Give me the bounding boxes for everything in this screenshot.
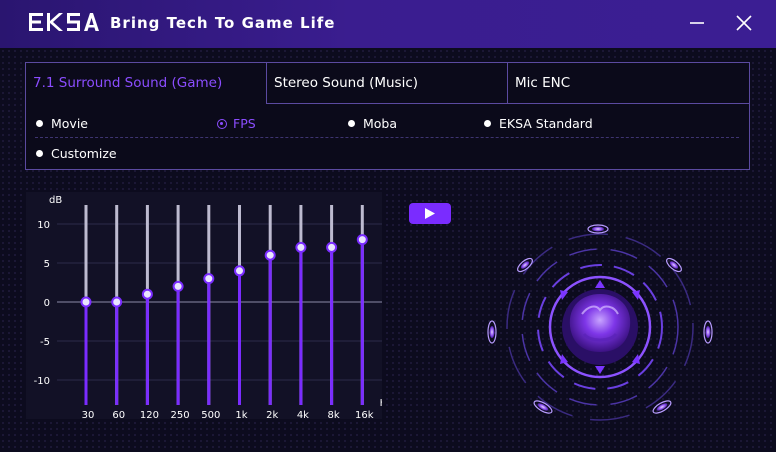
eq-slider-fill xyxy=(330,247,334,405)
eq-slider-fill xyxy=(145,294,149,405)
eq-band-label: 30 xyxy=(82,410,95,419)
radio-selected-icon xyxy=(217,119,227,129)
eq-slider-handle[interactable] xyxy=(80,296,92,308)
sound-mode-panel: 7.1 Surround Sound (Game) Stereo Sound (… xyxy=(25,62,750,170)
minimize-button[interactable] xyxy=(686,12,708,34)
divider xyxy=(35,137,739,138)
eq-band-label: 4k xyxy=(297,410,309,419)
equalizer-panel: dB Hz 10 5 0 -5 -10 30 60 120 250 500 1k 2k 4k 8k 16k xyxy=(26,192,382,419)
close-button[interactable] xyxy=(733,12,755,34)
eq-slider-handle[interactable] xyxy=(295,241,307,253)
eq-slider-handle[interactable] xyxy=(172,280,184,292)
eq-band-label: 250 xyxy=(171,410,190,419)
title-bar: Bring Tech To Game Life xyxy=(0,0,776,48)
play-button[interactable] xyxy=(409,203,451,224)
eksa-logo xyxy=(29,13,99,31)
eq-slider-fill xyxy=(238,270,241,405)
speaker-side-left-icon xyxy=(487,320,497,344)
eq-slider-handle[interactable] xyxy=(356,234,368,246)
eq-band-label: 60 xyxy=(112,410,125,419)
eq-slider-handle[interactable] xyxy=(111,296,123,308)
surround-sound-visualizer xyxy=(487,224,713,421)
preset-label: FPS xyxy=(233,116,256,131)
radio-icon xyxy=(36,150,43,157)
eq-slider-fill xyxy=(207,278,211,405)
y-tick-label: -10 xyxy=(34,376,50,387)
radio-icon xyxy=(348,120,355,127)
preset-eksa-standard[interactable]: EKSA Standard xyxy=(484,116,593,131)
preset-label: EKSA Standard xyxy=(499,116,593,131)
eq-slider-fill xyxy=(360,239,364,405)
eq-band-label: 2k xyxy=(266,410,278,419)
tab-mic-enc[interactable]: Mic ENC xyxy=(508,63,749,104)
play-icon xyxy=(425,208,435,219)
y-tick-label: 5 xyxy=(44,259,50,270)
eq-slider-fill xyxy=(115,302,119,405)
speaker-front-center-icon xyxy=(587,224,609,234)
eq-slider-handle[interactable] xyxy=(234,265,245,277)
preset-customize[interactable]: Customize xyxy=(36,146,117,161)
y-tick-label: -5 xyxy=(40,337,50,348)
equalizer-chart: dB Hz 10 5 0 -5 -10 30 60 120 250 500 1k 2k 4k 8k 16k xyxy=(34,195,382,419)
tab-stereo-music[interactable]: Stereo Sound (Music) xyxy=(267,63,508,104)
minimize-icon xyxy=(690,22,704,24)
preset-movie[interactable]: Movie xyxy=(36,116,88,131)
eq-band-label: 1k xyxy=(235,410,247,419)
eq-band-label: 120 xyxy=(140,410,159,419)
eq-band-label: 16k xyxy=(355,410,374,419)
radio-icon xyxy=(36,120,43,127)
eq-slider-fill xyxy=(176,286,180,405)
eq-slider-handle[interactable] xyxy=(326,241,338,253)
preset-moba[interactable]: Moba xyxy=(348,116,397,131)
app-title: Bring Tech To Game Life xyxy=(110,14,336,32)
speaker-side-right-icon xyxy=(703,320,713,344)
y-unit-label: dB xyxy=(49,195,62,206)
eq-slider-handle[interactable] xyxy=(264,249,276,261)
speaker-rear-right-icon xyxy=(652,400,672,414)
mode-tabs: 7.1 Surround Sound (Game) Stereo Sound (… xyxy=(26,63,749,104)
eq-slider-fill xyxy=(268,255,272,405)
head-icon xyxy=(562,289,638,365)
y-tick-label: 0 xyxy=(44,298,50,309)
close-icon xyxy=(736,15,752,31)
preset-label: Customize xyxy=(51,146,117,161)
eq-slider-handle[interactable] xyxy=(203,273,215,285)
eq-slider-handle[interactable] xyxy=(141,288,153,300)
eq-slider-fill xyxy=(299,247,303,405)
tab-surround-game[interactable]: 7.1 Surround Sound (Game) xyxy=(26,63,267,104)
x-unit-label: Hz xyxy=(380,398,382,409)
eq-band-label: 8k xyxy=(328,410,340,419)
preset-label: Movie xyxy=(51,116,88,131)
eq-band-label: 500 xyxy=(201,410,220,419)
preset-fps[interactable]: FPS xyxy=(217,116,256,131)
eq-slider-fill xyxy=(84,302,88,405)
radio-icon xyxy=(484,120,491,127)
y-tick-label: 10 xyxy=(37,220,50,231)
preset-label: Moba xyxy=(363,116,398,131)
